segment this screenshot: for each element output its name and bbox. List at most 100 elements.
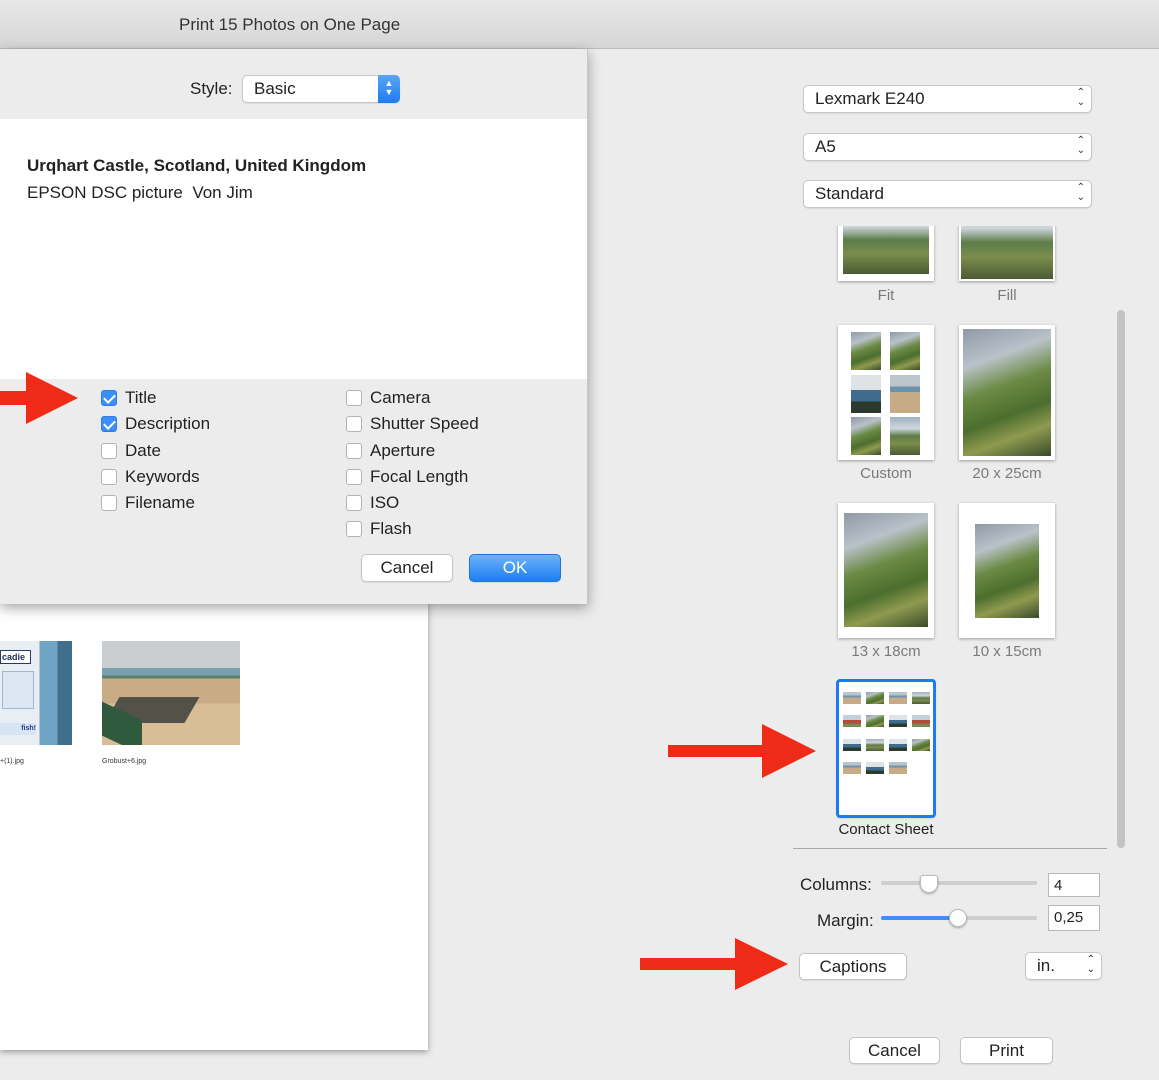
checkbox-filename[interactable]: Filename <box>101 492 195 514</box>
layout-label: Fill <box>997 287 1017 304</box>
photo-preview <box>851 417 881 455</box>
checkbox-icon[interactable] <box>346 416 362 432</box>
thumbnail-sign-text: cadie <box>0 650 31 664</box>
sheet-cancel-button[interactable]: Cancel <box>361 554 453 582</box>
checkbox-icon[interactable] <box>346 443 362 459</box>
photo-preview <box>844 513 928 627</box>
paper-size-value: A5 <box>815 137 836 156</box>
checkbox-label: Filename <box>125 493 195 512</box>
columns-slider[interactable] <box>881 881 1037 885</box>
photo-preview <box>890 375 920 413</box>
checkbox-icon[interactable] <box>101 443 117 459</box>
checkbox-label: Shutter Speed <box>370 414 479 433</box>
layout-13x18-thumbnail[interactable] <box>838 503 934 638</box>
layout-20x25-thumbnail[interactable] <box>959 325 1055 460</box>
columns-label: Columns: <box>800 875 872 894</box>
checkbox-title[interactable]: Title <box>101 387 157 409</box>
units-popup[interactable]: in. ⌃ ⌄ <box>1025 952 1102 980</box>
checkbox-icon[interactable] <box>101 469 117 485</box>
photo-filename: +(1).jpg <box>0 758 24 765</box>
checkbox-icon[interactable] <box>346 469 362 485</box>
margin-slider-knob[interactable] <box>949 909 967 927</box>
checkbox-focal-length[interactable]: Focal Length <box>346 466 468 488</box>
checkbox-flash[interactable]: Flash <box>346 518 412 540</box>
page-preview: cadie fish! +(1).jpg Grobust+6.jpg <box>0 600 428 1050</box>
printer-value: Lexmark E240 <box>815 89 925 108</box>
checkbox-label: ISO <box>370 493 400 512</box>
style-popup[interactable]: Basic ▲ ▼ <box>242 75 400 103</box>
margin-slider-fill <box>881 916 957 920</box>
sheet-ok-button[interactable]: OK <box>469 554 561 582</box>
style-label: Style: <box>190 79 233 98</box>
layout-label: Custom <box>860 465 912 482</box>
checkbox-label: Focal Length <box>370 467 469 486</box>
cancel-button[interactable]: Cancel <box>849 1037 940 1064</box>
popup-chevron-icon: ⌃ ⌄ <box>1086 954 1095 975</box>
checkbox-checked-icon[interactable] <box>101 416 117 432</box>
photo-thumbnail[interactable]: cadie fish! <box>0 641 72 745</box>
quality-popup[interactable]: Standard ⌃ ⌄ <box>803 180 1092 208</box>
checkbox-date[interactable]: Date <box>101 440 161 462</box>
printer-popup[interactable]: Lexmark E240 ⌃ ⌄ <box>803 85 1092 113</box>
checkbox-shutter-speed[interactable]: Shutter Speed <box>346 413 479 435</box>
checkbox-label: Aperture <box>370 441 436 460</box>
photo-preview <box>961 226 1053 279</box>
columns-field[interactable]: 4 <box>1048 873 1100 897</box>
layout-label: 13 x 18cm <box>851 643 921 660</box>
checkbox-description[interactable]: Description <box>101 413 210 435</box>
layout-list[interactable]: Fit Fill Custom 20 x 25cm 13 x 18cm 10 x… <box>795 226 1130 846</box>
layout-label: 20 x 25cm <box>972 465 1042 482</box>
photo-preview <box>963 329 1051 456</box>
photo-preview <box>890 332 920 370</box>
checkbox-icon[interactable] <box>346 495 362 511</box>
divider <box>793 848 1107 849</box>
layout-label: Fit <box>877 287 895 304</box>
checkbox-icon[interactable] <box>346 390 362 406</box>
photo-preview <box>851 332 881 370</box>
paper-size-popup[interactable]: A5 ⌃ ⌄ <box>803 133 1092 161</box>
columns-slider-knob[interactable] <box>920 875 938 893</box>
annotation-arrow-icon <box>668 724 816 778</box>
checkbox-checked-icon[interactable] <box>101 390 117 406</box>
checkbox-icon[interactable] <box>346 521 362 537</box>
layout-custom-thumbnail[interactable] <box>838 325 934 460</box>
popup-chevron-icon: ⌃ ⌄ <box>1076 135 1085 156</box>
thumbnail-poster <box>2 671 34 709</box>
annotation-arrow-icon <box>0 372 78 424</box>
layout-label: 10 x 15cm <box>972 643 1042 660</box>
thumbnail-sign-text: fish! <box>0 723 36 735</box>
print-button[interactable]: Print <box>960 1037 1053 1064</box>
photo-filename: Grobust+6.jpg <box>102 758 147 765</box>
margin-label: Margin: <box>817 911 874 930</box>
checkbox-icon[interactable] <box>101 495 117 511</box>
annotation-arrow-icon <box>640 938 788 990</box>
quality-value: Standard <box>815 184 884 203</box>
checkbox-camera[interactable]: Camera <box>346 387 430 409</box>
photo-preview <box>851 375 881 413</box>
popup-chevron-icon: ▲ ▼ <box>378 75 400 103</box>
captions-button[interactable]: Captions <box>799 953 907 980</box>
checkbox-label: Description <box>125 414 211 433</box>
photo-preview <box>843 226 929 274</box>
window-title: Print 15 Photos on One Page <box>179 15 401 34</box>
checkbox-label: Flash <box>370 519 412 538</box>
photo-thumbnail[interactable] <box>102 641 240 745</box>
layout-scrollbar-thumb[interactable] <box>1117 310 1125 848</box>
popup-chevron-icon: ⌃ ⌄ <box>1076 87 1085 108</box>
caption-preview-description: EPSON DSC picture Von Jim <box>27 183 253 202</box>
style-value: Basic <box>254 79 296 98</box>
layout-10x15-thumbnail[interactable] <box>959 503 1055 638</box>
layout-fit-thumbnail[interactable] <box>838 226 934 281</box>
checkbox-label: Keywords <box>125 467 200 486</box>
window-titlebar: Print 15 Photos on One Page <box>0 0 1159 49</box>
popup-chevron-icon: ⌃ ⌄ <box>1076 182 1085 203</box>
margin-field[interactable]: 0,25 <box>1048 905 1100 931</box>
checkbox-keywords[interactable]: Keywords <box>101 466 200 488</box>
layout-fill-thumbnail[interactable] <box>959 226 1055 281</box>
checkbox-label: Camera <box>370 388 431 407</box>
captions-sheet: Style: Basic ▲ ▼ Urqhart Castle, Scotland… <box>0 49 588 604</box>
checkbox-iso[interactable]: ISO <box>346 492 399 514</box>
caption-preview-title: Urqhart Castle, Scotland, United Kingdom <box>27 156 367 175</box>
checkbox-aperture[interactable]: Aperture <box>346 440 435 462</box>
selection-highlight <box>836 679 936 818</box>
